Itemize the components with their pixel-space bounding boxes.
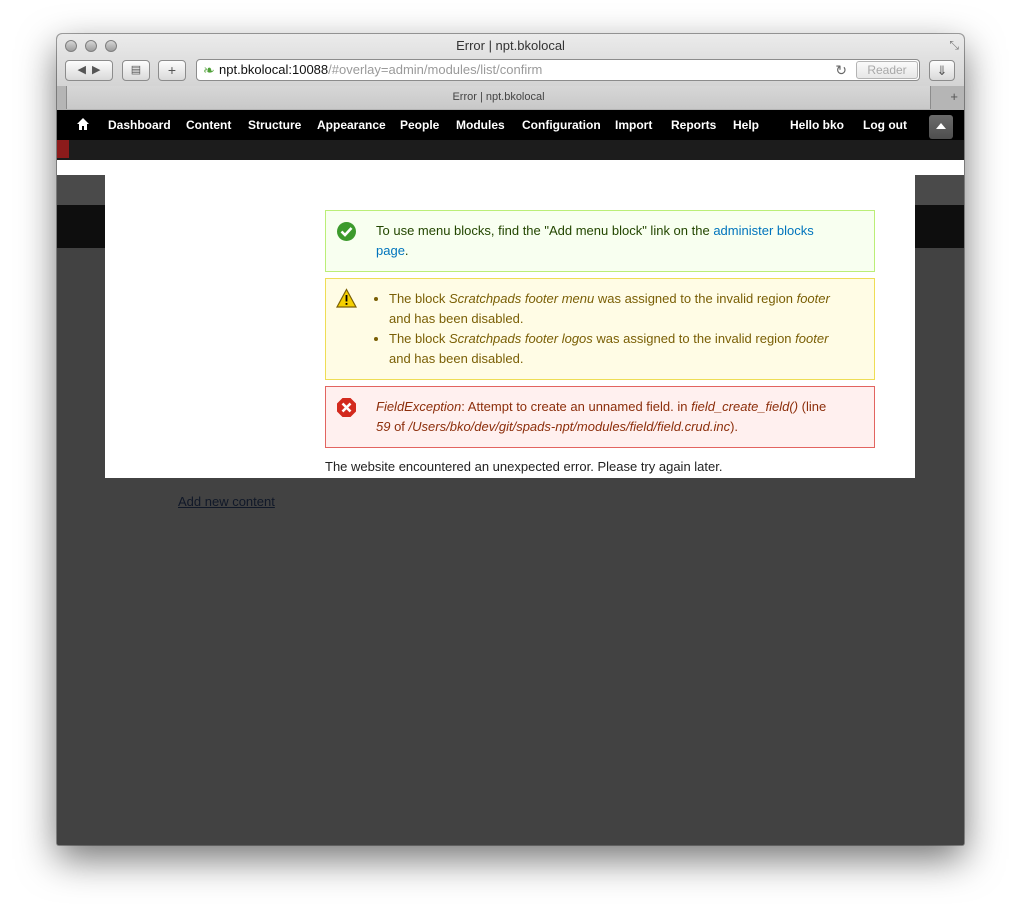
warning-icon (336, 288, 357, 308)
reload-icon[interactable]: ↻ (835, 60, 847, 80)
overlay-left-strip (57, 175, 105, 205)
warning-message: The block Scratchpads footer menu was as… (325, 278, 875, 380)
site-error-text: The website encountered an unexpected er… (325, 459, 723, 474)
menu-reports[interactable]: Reports (671, 110, 716, 140)
menu-logout[interactable]: Log out (863, 110, 907, 140)
url-text: npt.bkolocal:10088/#overlay=admin/module… (219, 62, 543, 77)
add-bookmark-button[interactable]: + (158, 60, 186, 81)
menu-content[interactable]: Content (186, 110, 231, 140)
reader-button[interactable]: Reader (856, 61, 918, 79)
new-tab-button[interactable]: + (950, 89, 958, 104)
fullscreen-icon[interactable]: ⤡ (949, 38, 959, 53)
shortcut-bar (57, 140, 964, 160)
overlay-top-strip (57, 160, 964, 175)
list-item: The block Scratchpads footer menu was as… (389, 289, 844, 329)
browser-window: Error | npt.bkolocal ⤡ ◀ ▶ ▤ + ❧ npt.bko… (57, 34, 964, 845)
back-forward-buttons[interactable]: ◀ ▶ (65, 60, 113, 81)
error-icon (337, 398, 356, 417)
add-new-content-link[interactable]: Add new content (178, 494, 275, 509)
tab-bar: Error | npt.bkolocal + (57, 86, 964, 110)
warning-list: The block Scratchpads footer menu was as… (389, 289, 844, 369)
menu-people[interactable]: People (400, 110, 439, 140)
menu-dashboard[interactable]: Dashboard (108, 110, 171, 140)
status-message: To use menu blocks, find the "Add menu b… (325, 210, 875, 272)
list-item: The block Scratchpads footer logos was a… (389, 329, 844, 369)
tab-current[interactable]: Error | npt.bkolocal (66, 86, 931, 109)
admin-toolbar: Dashboard Content Structure Appearance P… (57, 110, 964, 140)
error-message: FieldException: Attempt to create an unn… (325, 386, 875, 448)
site-favicon-icon: ❧ (203, 62, 215, 78)
browser-chrome: Error | npt.bkolocal ⤡ ◀ ▶ ▤ + ❧ npt.bko… (57, 34, 964, 111)
ribbon-badge (57, 140, 69, 158)
page-viewport: Dashboard Content Structure Appearance P… (57, 110, 964, 845)
user-greeting[interactable]: Hello bko (790, 110, 844, 140)
menu-help[interactable]: Help (733, 110, 759, 140)
check-icon (337, 222, 356, 241)
error-text: FieldException: Attempt to create an unn… (376, 399, 827, 434)
toolbar-collapse-button[interactable] (929, 115, 953, 139)
menu-configuration[interactable]: Configuration (522, 110, 601, 140)
status-text: To use menu blocks, find the "Add menu b… (376, 223, 814, 258)
overlay-panel: To use menu blocks, find the "Add menu b… (105, 175, 915, 478)
menu-appearance[interactable]: Appearance (317, 110, 386, 140)
overlay-right-strip (915, 175, 964, 205)
home-icon[interactable] (76, 117, 90, 131)
window-title: Error | npt.bkolocal (456, 38, 565, 53)
menu-structure[interactable]: Structure (248, 110, 301, 140)
downloads-button[interactable]: ⇓ (929, 60, 955, 81)
sidebar-toggle-button[interactable]: ▤ (122, 60, 150, 81)
chevron-up-icon (936, 123, 946, 129)
menu-import[interactable]: Import (615, 110, 652, 140)
address-bar[interactable]: ❧ npt.bkolocal:10088/#overlay=admin/modu… (196, 59, 920, 81)
menu-modules[interactable]: Modules (456, 110, 505, 140)
